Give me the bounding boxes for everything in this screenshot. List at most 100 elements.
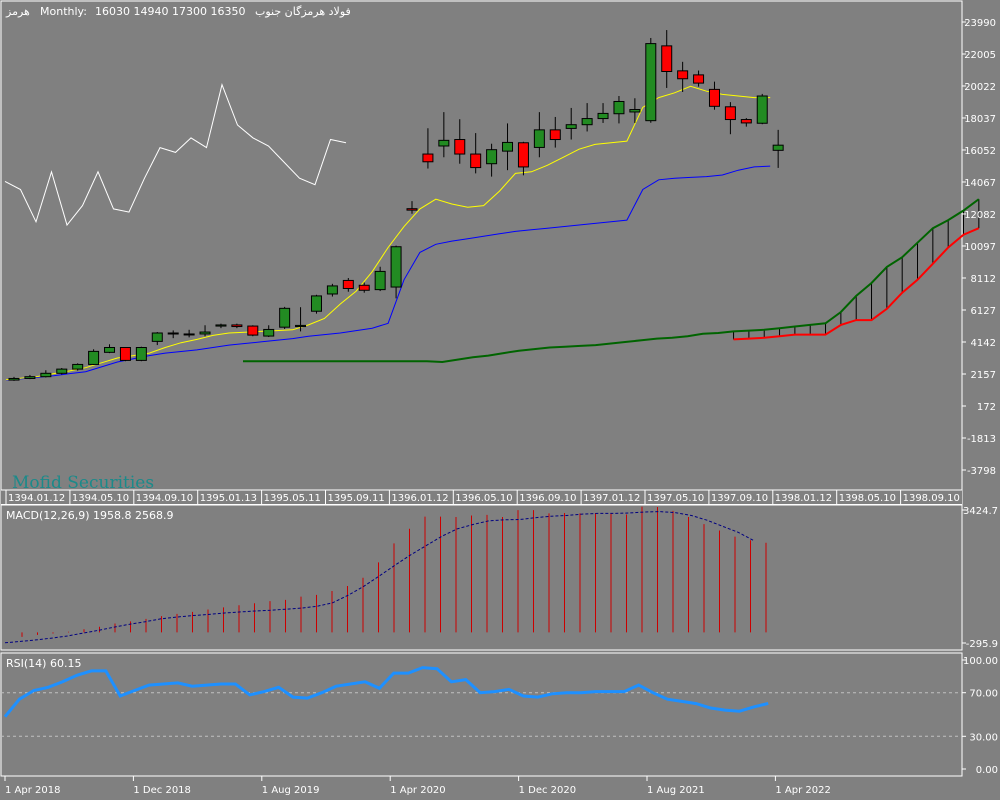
main-panel[interactable] [0, 0, 963, 505]
candle-body-bull [199, 331, 211, 335]
candle-body-bull [88, 350, 100, 365]
candle-body-bull [151, 332, 163, 342]
candle-body-bull [374, 270, 386, 291]
header-name: فولاد هرمزگان جنوب [255, 5, 351, 18]
candle-body-bull [135, 347, 147, 361]
time-tick-label: 1 Dec 2020 [519, 785, 577, 796]
price-tick-label: 10097 [964, 242, 996, 253]
price-tick-label: 23990 [964, 18, 996, 29]
candle-body-bear [677, 70, 689, 80]
macd-axis: 3424.7 -295.9 [962, 506, 998, 650]
candle[interactable] [279, 306, 291, 329]
candle-body-bull [310, 295, 322, 312]
price-tick-label: -1813 [967, 434, 996, 445]
candle-body-bull [502, 141, 514, 152]
candle-body-bull [597, 112, 609, 120]
candle-body-bear [470, 153, 482, 169]
time-tick-label: 1 Aug 2019 [262, 785, 320, 796]
header-symbol: هرمز [5, 5, 30, 18]
date-label: 1397.09.10 [711, 493, 768, 504]
candle-body-bull [533, 129, 545, 148]
price-tick-label: 18037 [964, 114, 996, 125]
candle-body-bear [119, 347, 131, 361]
candle-body-bull [8, 377, 20, 381]
candle-body-bull [772, 144, 784, 151]
rsi-label: RSI(14) 60.15 [6, 657, 81, 670]
time-tick-label: 1 Apr 2022 [775, 785, 830, 796]
candle-body-bear [342, 279, 354, 289]
candle-body-bull [390, 246, 402, 288]
candle[interactable] [88, 349, 100, 365]
date-label: 1398.09.10 [903, 493, 960, 504]
candle-body-bull [215, 324, 227, 327]
candle[interactable] [645, 37, 657, 123]
candle-body-bear [358, 284, 370, 291]
price-tick-label: 172 [977, 402, 996, 413]
candle-body-bear [167, 332, 179, 335]
price-tick-label: 4142 [971, 338, 996, 349]
candle-body-bear [231, 324, 243, 328]
candle[interactable] [72, 363, 84, 371]
price-tick-label: 14067 [964, 178, 996, 189]
candle-body-bull [183, 333, 195, 336]
time-tick-label: 1 Apr 2018 [5, 785, 60, 796]
rsi-tick-label: 30.00 [969, 732, 998, 743]
rsi-tick-label: 70.00 [969, 689, 998, 700]
rsi-panel[interactable] [0, 652, 963, 777]
candle-body-bull [645, 43, 657, 122]
date-label: 1394.05.10 [72, 493, 129, 504]
date-label: 1396.05.10 [455, 493, 512, 504]
candle-body-bear [422, 153, 434, 163]
date-label: 1398.01.12 [775, 493, 832, 504]
rsi-axis: 100.00 70.00 30.00 0.00 [962, 656, 998, 776]
candle[interactable] [310, 294, 322, 314]
candle-body-bear [454, 139, 466, 155]
price-tick-label: 2157 [971, 370, 996, 381]
candle-body-bear [517, 142, 529, 168]
date-label: 1394.01.12 [8, 493, 65, 504]
time-tick-label: 1 Dec 2018 [133, 785, 191, 796]
date-label: 1395.01.13 [200, 493, 257, 504]
candle-body-bull [72, 363, 84, 370]
candle-body-bull [56, 368, 68, 374]
price-axis: 23990 22005 20022 18037 16052 14067 12082 10097… [962, 18, 996, 477]
candle-body-bear [724, 106, 736, 121]
candle-body-bull [756, 95, 768, 124]
macd-label: MACD(12,26,9) 1958.8 2568.9 [6, 509, 174, 522]
candle[interactable] [756, 93, 768, 125]
date-label: 1395.05.11 [264, 493, 321, 504]
candle[interactable] [119, 347, 131, 362]
date-label: 1395.09.11 [328, 493, 385, 504]
date-label: 1397.01.12 [583, 493, 640, 504]
candle-body-bear [247, 325, 259, 336]
time-axis: 1 Apr 2018 1 Dec 2018 1 Aug 2019 1 Apr 2020… [4, 776, 831, 796]
macd-panel[interactable] [0, 504, 963, 651]
price-tick-label: -3798 [967, 466, 996, 477]
candle-body-bear [693, 74, 705, 84]
candle-body-bull [263, 328, 275, 337]
date-axis: 1394.01.12 1394.05.10 1394.09.10 1395.01.13… [1, 489, 962, 504]
date-label: 1396.01.12 [391, 493, 448, 504]
macd-tick-label: -295.9 [966, 639, 998, 650]
candle-body-bear [708, 88, 720, 107]
candle-body-bear [406, 208, 418, 211]
macd-tick-label: 3424.7 [963, 506, 998, 517]
candle[interactable] [247, 325, 259, 337]
candle[interactable] [56, 367, 68, 375]
candle-body-bear [549, 129, 561, 141]
candle-body-bull [581, 118, 593, 126]
price-tick-label: 8112 [971, 274, 996, 285]
price-tick-label: 20022 [964, 82, 996, 93]
header-timeframe: Monthly: [40, 5, 87, 18]
candle-body-bull [565, 124, 577, 129]
candle[interactable] [135, 346, 147, 362]
rsi-tick-label: 100.00 [963, 656, 998, 667]
date-label: 1394.09.10 [136, 493, 193, 504]
time-tick-label: 1 Apr 2020 [390, 785, 445, 796]
candle-body-bull [40, 372, 52, 378]
candle-body-bull [486, 149, 498, 165]
trading-chart: هرمز Monthly: 16030 14940 17300 16350 فو… [0, 0, 998, 796]
price-tick-label: 16052 [964, 146, 996, 157]
candle-body-bear [661, 45, 673, 72]
price-tick-label: 12082 [964, 210, 996, 221]
